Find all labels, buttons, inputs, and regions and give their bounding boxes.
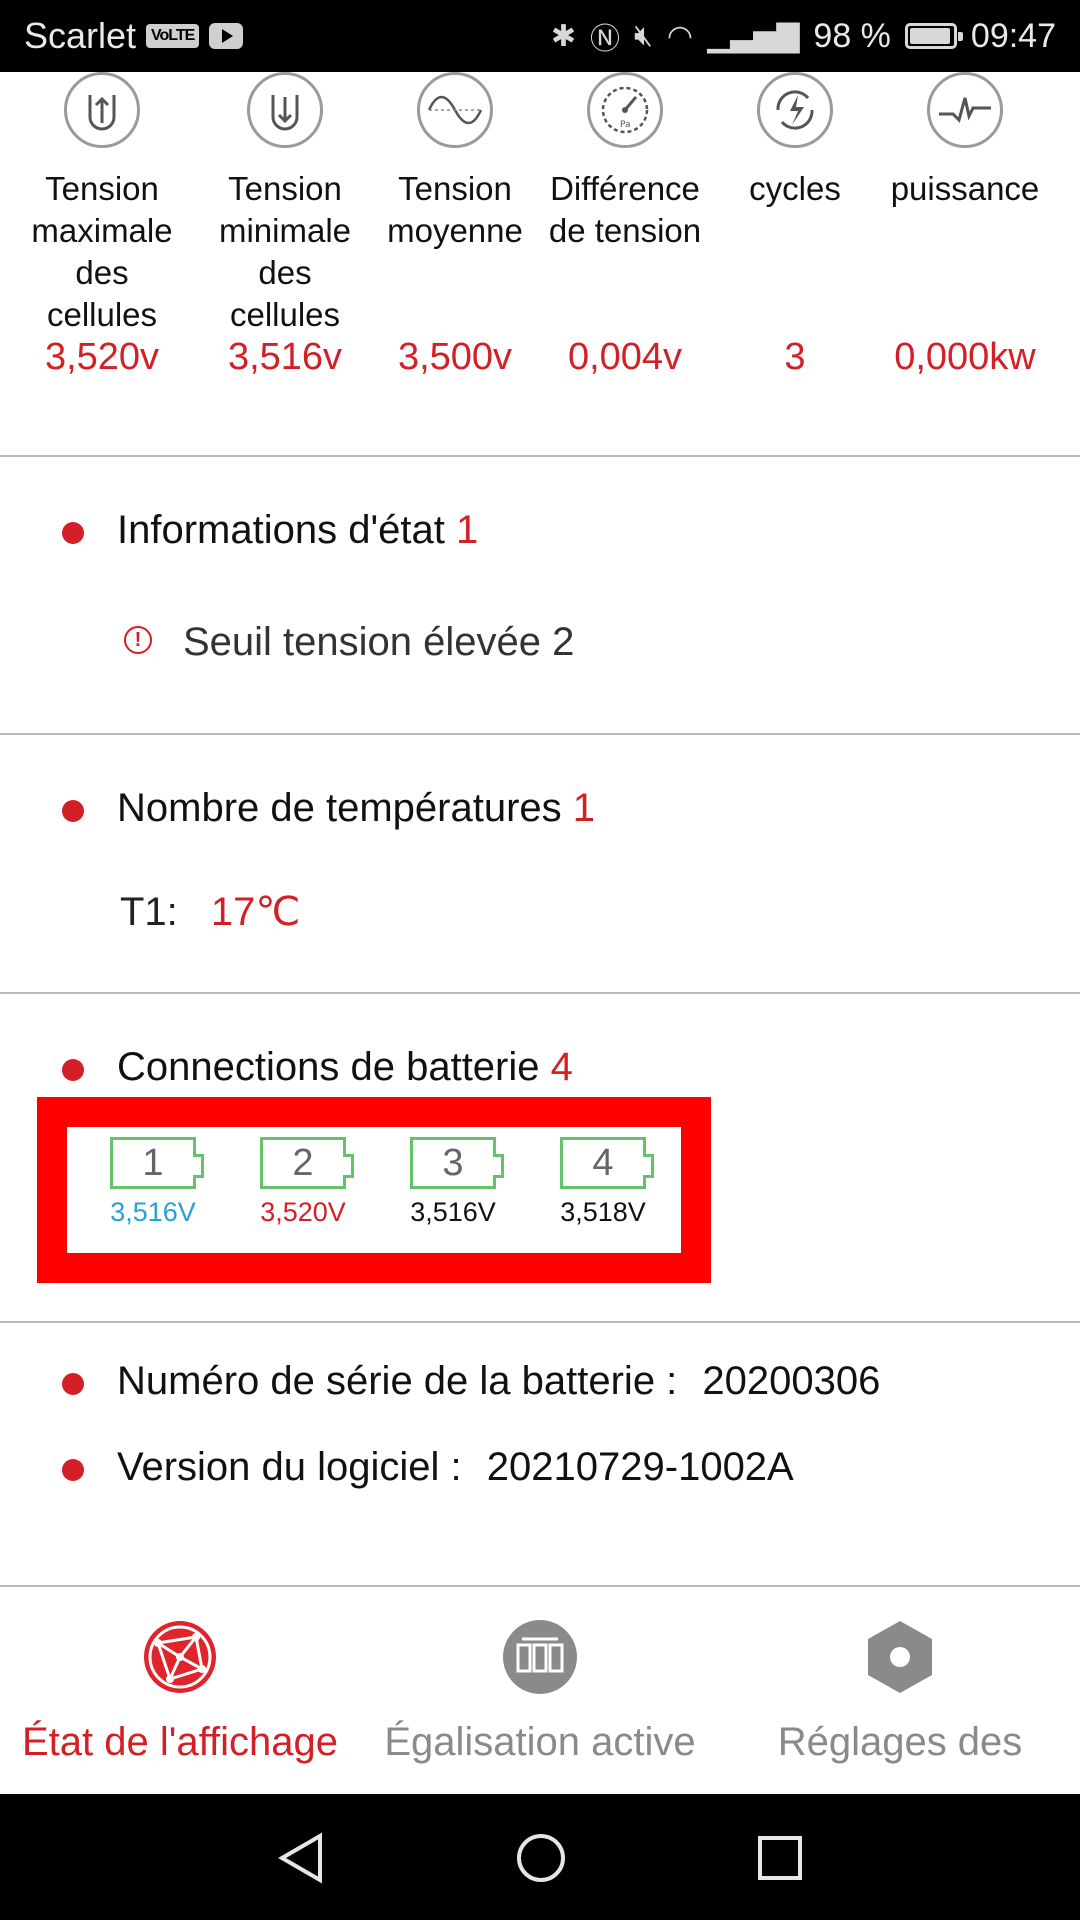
- divider: [0, 992, 1080, 994]
- nfc-icon: Ⓝ: [590, 23, 621, 56]
- voltage-up-icon: [64, 72, 140, 148]
- metric-label: Tension moyenne: [387, 170, 523, 249]
- battery-cell-icon: 3: [410, 1137, 504, 1189]
- divider: [0, 733, 1080, 735]
- clock: 09:47: [970, 16, 1056, 55]
- metric-label: Différence de tension: [548, 170, 702, 249]
- metric-value: 3,500v: [397, 336, 513, 378]
- tab-label: Réglages des: [777, 1720, 1023, 1764]
- temperature-label: T1:: [120, 890, 178, 934]
- svg-text:Pa: Pa: [620, 120, 631, 130]
- temperatures-count: 1: [572, 786, 596, 830]
- divider: [0, 455, 1080, 457]
- connections-title: Connections de batterie: [117, 1045, 540, 1089]
- serial-row: Numéro de série de la batterie : 2020030…: [117, 1359, 880, 1404]
- carrier-label: Scarlet: [24, 15, 137, 56]
- tab-label: État de l'affichage: [21, 1720, 338, 1764]
- bullet-icon: [62, 1459, 84, 1481]
- home-icon[interactable]: [515, 1832, 567, 1884]
- bottom-navigation: État de l'affichage Égalisation active R…: [0, 1587, 1080, 1794]
- metric-label: puissance: [890, 170, 1040, 207]
- battery-cell[interactable]: 1 3,516V: [98, 1137, 208, 1228]
- status-bar: Scarlet VoLTE ✱ Ⓝ 🔇︎ ◠ ▁▃▅▇ 98 % 09:47: [0, 0, 1080, 72]
- back-icon[interactable]: [278, 1832, 324, 1884]
- metric-value: 3,520v: [44, 336, 160, 378]
- bullet-icon: [62, 522, 84, 544]
- system-navigation-bar: [0, 1794, 1080, 1920]
- temperature-row: T1: 17℃: [120, 889, 300, 935]
- divider: [0, 1321, 1080, 1323]
- signal-icon: ▁▃▅▇: [707, 19, 800, 53]
- battery-cell-icon: 1: [110, 1137, 204, 1189]
- metric-avg-voltage: Tension moyenne 3,500v: [370, 72, 540, 379]
- bullet-icon: [62, 1373, 84, 1395]
- power-pulse-icon: [927, 72, 1003, 148]
- cycle-bolt-icon: [757, 72, 833, 148]
- cell-voltage: 3,516V: [110, 1197, 196, 1227]
- battery-cell[interactable]: 2 3,520V: [248, 1137, 358, 1228]
- bullet-icon: [62, 1059, 84, 1081]
- cell-voltage: 3,518V: [560, 1197, 646, 1227]
- voltage-down-icon: [247, 72, 323, 148]
- status-info-title: Informations d'état: [117, 508, 445, 552]
- serial-label: Numéro de série de la batterie :: [117, 1359, 678, 1403]
- battery-icon: [904, 23, 963, 49]
- battery-cell[interactable]: 4 3,518V: [548, 1137, 658, 1228]
- cell-voltage: 3,520V: [260, 1197, 346, 1227]
- tab-label: Égalisation active: [384, 1720, 696, 1764]
- version-row: Version du logiciel : 20210729-1002A: [117, 1445, 794, 1490]
- cell-number: 1: [142, 1142, 164, 1184]
- tab-settings[interactable]: Réglages des: [720, 1617, 1080, 1765]
- temperature-value: 17℃: [210, 890, 301, 934]
- status-info-heading: Informations d'état 1: [117, 508, 478, 553]
- status-info-count: 1: [455, 508, 479, 552]
- youtube-notification-icon: [209, 23, 244, 49]
- version-label: Version du logiciel :: [117, 1445, 462, 1489]
- status-info-item: Seuil tension élevée 2: [183, 620, 575, 664]
- battery-cell-icon: 2: [260, 1137, 354, 1189]
- metric-max-voltage: Tension maximale des cellules 3,520v: [17, 72, 187, 379]
- bullet-icon: [62, 800, 84, 822]
- temperatures-title: Nombre de températures: [117, 786, 562, 830]
- battery-cell-icon: 4: [560, 1137, 654, 1189]
- cell-number: 3: [442, 1142, 464, 1184]
- globe-network-icon: [0, 1617, 360, 1702]
- connections-count: 4: [550, 1045, 573, 1089]
- gauge-icon: Pa: [587, 72, 663, 148]
- metric-value: 0,000kw: [894, 336, 1036, 378]
- battery-percent: 98 %: [813, 16, 891, 55]
- bluetooth-icon: ✱: [550, 19, 577, 53]
- settings-hex-icon: [720, 1617, 1080, 1702]
- metric-power: puissance 0,000kw: [880, 72, 1050, 379]
- tab-display-status[interactable]: État de l'affichage: [0, 1617, 360, 1765]
- metric-value: 0,004v: [567, 336, 683, 378]
- volte-icon: VoLTE: [146, 24, 200, 48]
- metric-cycles: cycles 3: [710, 72, 880, 379]
- metric-label: Tension maximale des cellules: [31, 170, 173, 333]
- cell-number: 4: [592, 1142, 614, 1184]
- metric-value: 3,516v: [227, 336, 343, 378]
- serial-value: 20200306: [702, 1359, 881, 1403]
- metrics-row: Tension maximale des cellules 3,520v Ten…: [0, 72, 1080, 456]
- sine-wave-icon: [417, 72, 493, 148]
- metric-value: 3: [784, 336, 806, 378]
- cell-voltage: 3,516V: [410, 1197, 496, 1227]
- battery-cell[interactable]: 3 3,516V: [398, 1137, 508, 1228]
- metric-voltage-diff: Pa Différence de tension 0,004v: [540, 72, 710, 379]
- cell-number: 2: [292, 1142, 314, 1184]
- temperatures-heading: Nombre de températures 1: [117, 786, 595, 831]
- metric-label: cycles: [749, 170, 841, 207]
- tab-active-balancing[interactable]: Égalisation active: [360, 1617, 720, 1765]
- balance-cells-icon: [360, 1617, 720, 1702]
- mute-icon: 🔇︎: [634, 19, 653, 52]
- metric-label: Tension minimale des cellules: [218, 170, 352, 333]
- connections-heading: Connections de batterie 4: [117, 1045, 573, 1090]
- wifi-icon: ◠: [666, 19, 694, 53]
- recents-icon[interactable]: [756, 1834, 804, 1882]
- battery-cells-panel: 1 3,516V 2 3,520V 3 3,516V 4 3,518V: [37, 1097, 711, 1283]
- metric-min-voltage: Tension minimale des cellules 3,516v: [200, 72, 370, 379]
- warning-icon: !: [124, 626, 152, 654]
- version-value: 20210729-1002A: [486, 1445, 794, 1489]
